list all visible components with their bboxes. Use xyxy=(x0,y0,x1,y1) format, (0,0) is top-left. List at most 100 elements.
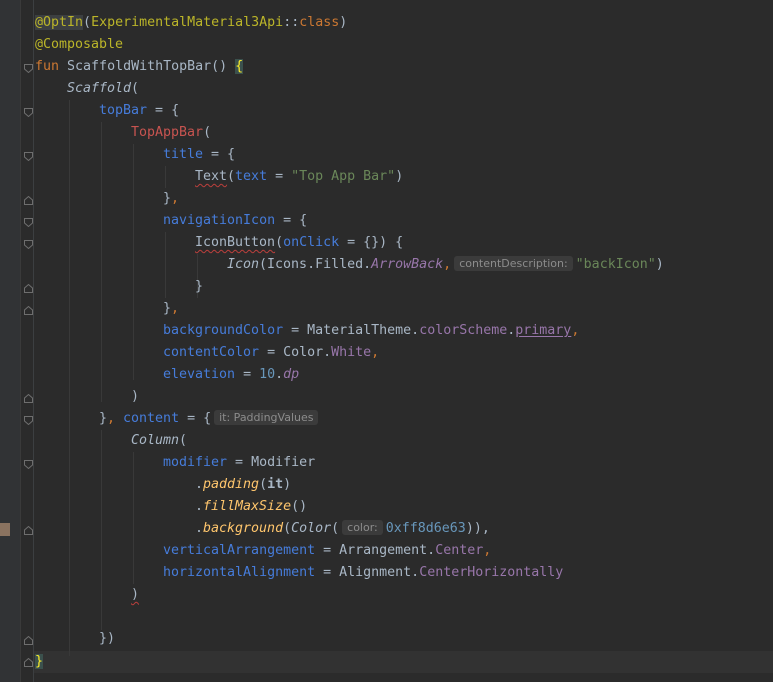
property-token: colorScheme xyxy=(419,323,508,338)
code-token: } xyxy=(99,411,108,426)
code-token: it xyxy=(267,477,284,492)
code-line[interactable]: ) xyxy=(131,386,139,408)
code-line[interactable]: topBar = { xyxy=(99,100,179,122)
code-token: = xyxy=(267,169,292,184)
param-token: horizontalAlignment xyxy=(163,565,316,580)
code-line[interactable]: @OptIn(ExperimentalMaterial3Api::class) xyxy=(35,12,347,34)
code-token: ( xyxy=(275,235,284,250)
param-token: content xyxy=(123,411,180,426)
code-line[interactable]: horizontalAlignment = Alignment.CenterHo… xyxy=(163,562,563,584)
param-token: elevation xyxy=(163,367,236,382)
fold-expand-end-icon[interactable] xyxy=(24,658,33,667)
code-token: . xyxy=(195,499,204,514)
code-editor[interactable]: @OptIn(ExperimentalMaterial3Api::class) … xyxy=(0,0,773,682)
code-line[interactable]: }, xyxy=(163,188,179,210)
fold-expand-end-icon[interactable] xyxy=(24,394,33,403)
code-line[interactable]: fun ScaffoldWithTopBar() { xyxy=(35,56,244,78)
code-token: ) xyxy=(131,587,140,602)
function-call-token: background xyxy=(203,521,284,536)
number-token: 0xff8d6e63 xyxy=(385,521,466,536)
code-token: :: xyxy=(283,15,300,30)
code-token: (Icons.Filled. xyxy=(259,257,372,272)
code-line[interactable]: Scaffold( xyxy=(67,78,139,100)
fold-expand-end-icon[interactable] xyxy=(24,284,33,293)
function-call-token: Column xyxy=(131,433,180,448)
fold-collapse-icon[interactable] xyxy=(24,64,33,73)
editor-margin-line xyxy=(33,0,34,682)
param-token: navigationIcon xyxy=(163,213,276,228)
matched-brace: { xyxy=(235,59,244,74)
code-line[interactable]: Icon(Icons.Filled.ArrowBack, contentDescr… xyxy=(227,254,664,276)
annotation-token: @OptIn xyxy=(35,15,84,30)
code-token: = {}) { xyxy=(339,235,404,250)
code-line[interactable]: modifier = Modifier xyxy=(163,452,315,474)
code-line[interactable]: } xyxy=(35,651,44,673)
fold-collapse-icon[interactable] xyxy=(24,152,33,161)
fold-collapse-icon[interactable] xyxy=(24,218,33,227)
line-gutter[interactable] xyxy=(0,0,20,682)
fold-collapse-icon[interactable] xyxy=(24,108,33,117)
fold-collapse-icon[interactable] xyxy=(24,416,33,425)
code-token: ) xyxy=(655,257,664,272)
string-token: "Top App Bar" xyxy=(291,169,396,184)
code-line[interactable]: title = { xyxy=(163,144,235,166)
code-line[interactable]: }) xyxy=(99,628,115,650)
code-token: } xyxy=(163,301,172,316)
fold-expand-end-icon[interactable] xyxy=(24,526,33,535)
keyword-token: class xyxy=(299,15,340,30)
indent-guide xyxy=(101,122,102,402)
code-token: )), xyxy=(465,521,490,536)
fold-collapse-icon[interactable] xyxy=(24,240,33,249)
code-token: . xyxy=(195,477,204,492)
code-line[interactable]: }, xyxy=(163,298,179,320)
code-token: ) xyxy=(131,389,140,404)
indent-guide xyxy=(101,430,102,630)
param-token: onClick xyxy=(283,235,340,250)
color-preview-marker xyxy=(0,523,10,536)
keyword-token: , xyxy=(571,323,580,338)
code-token: () xyxy=(211,59,236,74)
property-token: White xyxy=(331,345,372,360)
code-token: = Arrangement. xyxy=(315,543,436,558)
code-line[interactable]: } xyxy=(195,276,203,298)
code-token: . xyxy=(275,367,284,382)
code-line[interactable]: IconButton(onClick = {}) { xyxy=(195,232,403,254)
code-line[interactable]: .padding(it) xyxy=(195,474,291,496)
fold-expand-end-icon[interactable] xyxy=(24,636,33,645)
code-line[interactable]: .background(Color(color: 0xff8d6e63)), xyxy=(195,518,490,540)
code-line[interactable]: ) xyxy=(131,584,139,606)
code-line[interactable]: verticalArrangement = Arrangement.Center… xyxy=(163,540,491,562)
caret-line-highlight xyxy=(34,651,773,673)
function-name-token: ScaffoldWithTopBar xyxy=(59,59,212,74)
param-token: backgroundColor xyxy=(163,323,284,338)
code-token: = Modifier xyxy=(227,455,316,470)
code-line[interactable]: elevation = 10.dp xyxy=(163,364,299,386)
property-token: Center xyxy=(435,543,484,558)
code-line[interactable]: }, content = {it: PaddingValues xyxy=(99,408,321,430)
property-token: primary xyxy=(515,323,572,338)
param-token: title xyxy=(163,147,204,162)
code-token: = Color. xyxy=(259,345,332,360)
fold-expand-end-icon[interactable] xyxy=(24,306,33,315)
indent-guide xyxy=(165,166,166,188)
keyword-token: , xyxy=(443,257,452,272)
code-line[interactable]: navigationIcon = { xyxy=(163,210,307,232)
code-token: ( xyxy=(227,169,236,184)
code-token: () xyxy=(291,499,308,514)
code-line[interactable]: @Composable xyxy=(35,34,123,56)
code-line[interactable]: TopAppBar( xyxy=(131,122,211,144)
code-token: ( xyxy=(131,81,140,96)
property-token: dp xyxy=(283,367,300,382)
code-line[interactable]: backgroundColor = MaterialTheme.colorSch… xyxy=(163,320,579,342)
fold-expand-end-icon[interactable] xyxy=(24,196,33,205)
code-token: = { xyxy=(275,213,308,228)
code-line[interactable]: Text(text = "Top App Bar") xyxy=(195,166,403,188)
code-token: = { xyxy=(147,103,180,118)
property-token: CenterHorizontally xyxy=(419,565,564,580)
fold-collapse-icon[interactable] xyxy=(24,460,33,469)
code-line[interactable]: Column( xyxy=(131,430,187,452)
code-line[interactable]: contentColor = Color.White, xyxy=(163,342,379,364)
code-line[interactable]: .fillMaxSize() xyxy=(195,496,307,518)
inlay-hint: it: PaddingValues xyxy=(214,410,319,425)
code-token: ( xyxy=(259,477,268,492)
